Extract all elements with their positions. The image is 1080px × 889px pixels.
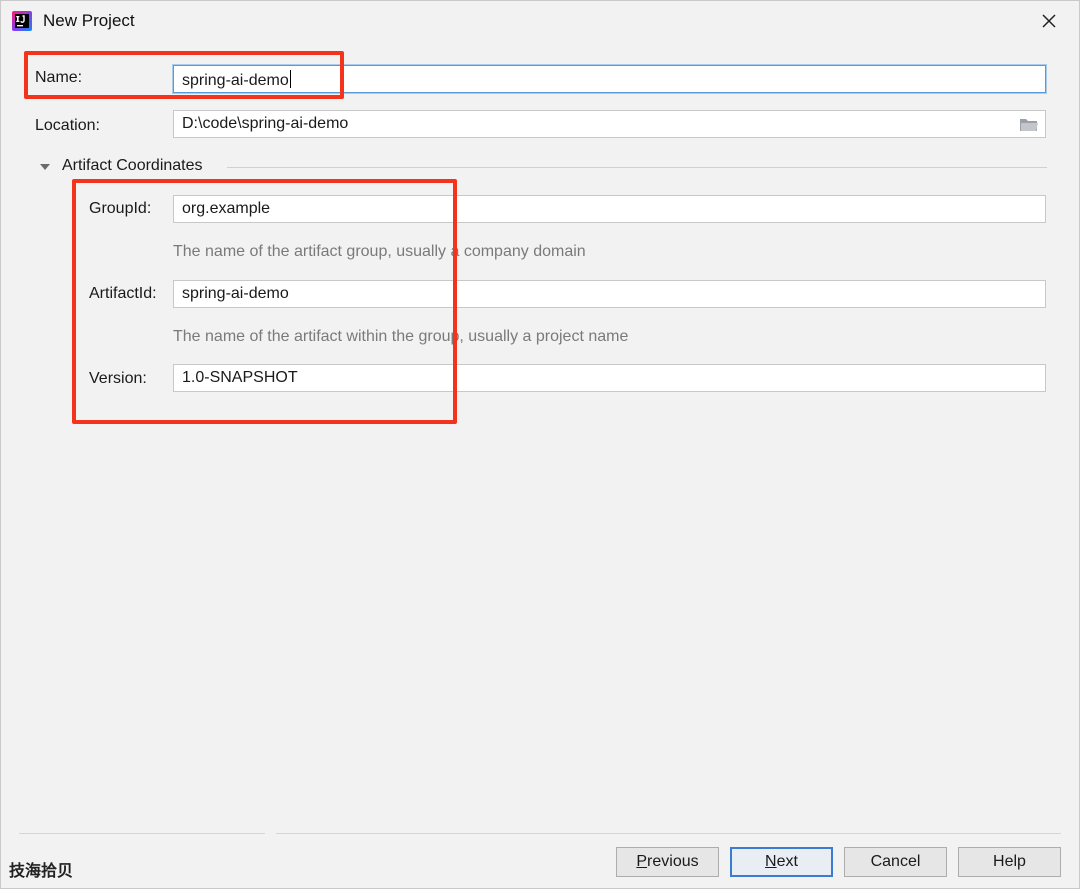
- next-button[interactable]: Next: [730, 847, 833, 877]
- close-icon: [1042, 14, 1056, 28]
- close-button[interactable]: [1037, 9, 1061, 33]
- cancel-button[interactable]: Cancel: [844, 847, 947, 877]
- intellij-idea-icon: [12, 11, 32, 31]
- location-field[interactable]: D:\code\spring-ai-demo: [173, 110, 1046, 138]
- footer-divider-right: [276, 833, 1061, 834]
- title-bar: New Project: [1, 1, 1079, 43]
- location-label: Location:: [35, 117, 100, 134]
- name-highlight-box: [24, 51, 344, 99]
- cancel-label: Cancel: [870, 853, 921, 870]
- previous-mnemonic: P: [636, 853, 648, 870]
- section-divider: [227, 167, 1047, 168]
- window-title: New Project: [43, 11, 135, 30]
- help-label: Help: [993, 853, 1026, 870]
- help-button[interactable]: Help: [958, 847, 1061, 877]
- previous-button[interactable]: Previous: [616, 847, 719, 877]
- previous-label: revious: [647, 853, 699, 870]
- folder-icon[interactable]: [1019, 115, 1039, 133]
- footer-divider-left: [19, 833, 265, 834]
- next-mnemonic: N: [765, 853, 777, 870]
- next-label: ext: [776, 853, 798, 870]
- location-value: D:\code\spring-ai-demo: [182, 115, 349, 132]
- artifact-coordinates-label: Artifact Coordinates: [62, 157, 203, 174]
- collapse-triangle-icon[interactable]: [39, 161, 51, 173]
- new-project-dialog: New Project Name: spring-ai-demo Locatio…: [0, 0, 1080, 889]
- watermark-text: 技海拾贝: [9, 863, 74, 880]
- artifact-highlight-box: [72, 179, 457, 424]
